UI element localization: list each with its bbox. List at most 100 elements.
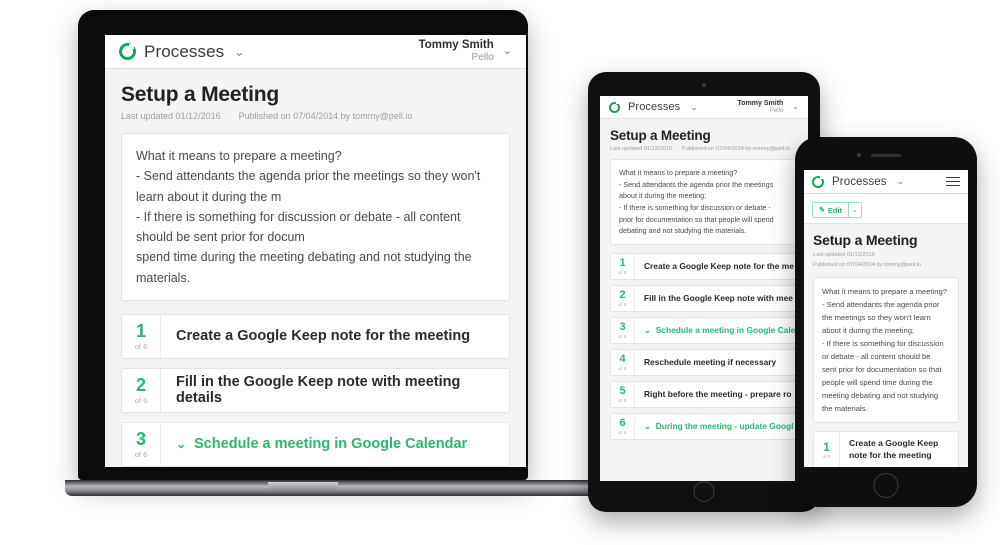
tablet-topbar: Processes ⌄ Tommy Smith Pello ⌄ [600, 96, 808, 119]
expand-chevron-down-icon[interactable]: ⌄ [176, 437, 186, 451]
task-row[interactable]: 1 of 6 Create a Google Keep note for the… [813, 431, 959, 467]
phone-screen: Processes ⌄ ✎ Edit ⌄ Setup a Meeting Las… [804, 170, 968, 467]
description-line: What it means to prepare a meeting? [822, 287, 947, 296]
pencil-icon: ✎ [819, 207, 825, 214]
task-title: Create a Google Keep note for the meetin… [849, 438, 939, 461]
user-name: Tommy Smith [418, 39, 494, 52]
user-text: Tommy Smith Pello [419, 39, 494, 64]
task-number-total: of 6 [618, 365, 627, 371]
task-row[interactable]: 4 of 6 Reschedule meeting if necessary [610, 348, 798, 376]
phone-speaker-grille [871, 154, 901, 157]
pello-ring-logo-icon [812, 175, 824, 188]
task-number-total: of 6 [134, 396, 148, 405]
laptop-screen: Processes ⌄ Tommy Smith Pello ⌄ Setup a … [105, 35, 526, 467]
published-text: Published on 07/04/2014 by tommy@pell.io [681, 146, 790, 152]
hamburger-icon[interactable] [946, 176, 960, 187]
description-line: sent prior for documentation so that [822, 365, 942, 375]
page-title: Setup a Meeting [813, 232, 918, 248]
tablet-user-menu[interactable]: Tommy Smith Pello ⌄ [738, 100, 799, 115]
task-title: Create a Google Keep note for the meetin… [176, 328, 471, 345]
phone-action-bar: ✎ Edit ⌄ [804, 194, 968, 224]
chevron-down-icon[interactable]: ⌄ [897, 177, 905, 186]
chevron-down-icon[interactable]: ⌄ [690, 102, 698, 112]
task-number-value: 1 [135, 321, 146, 341]
tablet-screen: Processes ⌄ Tommy Smith Pello ⌄ Setup a … [600, 96, 808, 481]
description-line: meeting debating and not studying [822, 391, 939, 401]
task-number: 1 of 6 [122, 314, 161, 358]
phone-device: Processes ⌄ ✎ Edit ⌄ Setup a Meeting Las… [795, 137, 977, 507]
description-line: What it means to prepare a meeting? [619, 168, 738, 177]
task-row[interactable]: 3 of 6 ⌄ Schedule a meeting in Google Ca… [610, 316, 798, 344]
last-updated-text: Last updated 01/12/2016 [813, 252, 875, 258]
user-name: Tommy Smith [737, 99, 784, 107]
tablet-device: Processes ⌄ Tommy Smith Pello ⌄ Setup a … [588, 72, 820, 512]
phone-topbar: Processes ⌄ [804, 170, 968, 194]
description-line: prior for documentation so that people w… [619, 214, 774, 224]
task-number: 2 of 6 [611, 285, 635, 311]
document-meta: Last updated 01/12/2016 Published on 07/… [813, 251, 959, 270]
tablet-brand[interactable]: Processes ⌄ [609, 101, 698, 113]
last-updated-text: Last updated 01/12/2016 [121, 111, 221, 121]
description-card: What it means to prepare a meeting? - Se… [813, 277, 959, 424]
phone-brand[interactable]: Processes ⌄ [812, 175, 905, 188]
chevron-down-icon[interactable]: ⌄ [234, 46, 244, 58]
tablet-home-button[interactable] [693, 481, 715, 502]
task-row[interactable]: 6 of 6 ⌄ During the meeting - update Goo… [610, 412, 798, 440]
description-line: spend time during the meeting debating a… [136, 250, 472, 285]
task-number: 5 of 6 [611, 381, 635, 407]
phone-task-list: 1 of 6 Create a Google Keep note for the… [813, 431, 959, 467]
task-number-value: 3 [619, 320, 626, 333]
document-meta: Last updated 01/12/2016 Published on 07/… [121, 111, 510, 121]
description-line: about it during the meeting; [822, 326, 915, 336]
tablet-content: Setup a Meeting Last updated 01/12/2016 … [600, 119, 808, 440]
task-title-wrap: ⌄ During the meeting - update Googl [635, 414, 793, 439]
task-row[interactable]: 1 of 6 Create a Google Keep note for the… [121, 313, 510, 359]
description-line: - Send attendants the agenda prior the m… [619, 179, 774, 189]
description-card: What it means to prepare a meeting? - Se… [610, 159, 798, 245]
published-text: Published on 07/04/2014 by tommy@pell.io [813, 261, 921, 268]
page-title: Setup a Meeting [121, 83, 280, 106]
description-card: What it means to prepare a meeting? - Se… [121, 133, 510, 301]
brand-name: Processes [832, 175, 887, 188]
task-title: Right before the meeting - prepare ro [644, 389, 792, 400]
edit-button[interactable]: ✎ Edit [812, 202, 849, 218]
task-title: During the meeting - update Googl [655, 421, 794, 432]
task-number-value: 6 [619, 416, 626, 429]
brand-name: Processes [628, 101, 681, 113]
expand-chevron-down-icon[interactable]: ⌄ [644, 422, 651, 431]
tablet-camera-icon [702, 83, 706, 87]
tablet-task-list: 1 of 6 Create a Google Keep note for the… [610, 252, 798, 440]
task-title-wrap: ⌄ Schedule a meeting in Google Calendar [161, 423, 467, 466]
description-line: - If there is something for discussion [822, 339, 944, 349]
task-number-total: of 6 [618, 269, 627, 275]
description-line: - Send attendants the agenda prior [822, 300, 940, 310]
user-chevron-down-icon[interactable]: ⌄ [792, 103, 799, 111]
laptop-brand[interactable]: Processes ⌄ [119, 42, 244, 62]
expand-chevron-down-icon[interactable]: ⌄ [644, 326, 651, 335]
task-number-value: 1 [619, 256, 626, 269]
task-number-value: 4 [619, 352, 626, 365]
phone-content: Setup a Meeting Last updated 01/12/2016 … [804, 224, 968, 467]
task-row[interactable]: 3 of 6 ⌄ Schedule a meeting in Google Ca… [121, 421, 510, 467]
last-updated-text: Last updated 01/12/2016 [610, 146, 672, 152]
task-number-value: 2 [135, 375, 146, 395]
description-line: the meetings so they won't learn [822, 313, 931, 323]
edit-dropdown-button[interactable]: ⌄ [848, 202, 863, 218]
task-row[interactable]: 5 of 6 Right before the meeting - prepar… [610, 380, 798, 408]
task-row[interactable]: 1 of 6 Create a Google Keep note for the… [610, 252, 798, 280]
phone-home-button[interactable] [873, 473, 899, 498]
user-chevron-down-icon[interactable]: ⌄ [503, 46, 512, 57]
task-row[interactable]: 2 of 6 Fill in the Google Keep note with… [610, 284, 798, 312]
laptop-topbar: Processes ⌄ Tommy Smith Pello ⌄ [105, 35, 526, 69]
laptop-base-notch [268, 482, 338, 490]
task-number: 1 of 6 [611, 253, 635, 279]
laptop-user-menu[interactable]: Tommy Smith Pello ⌄ [419, 39, 512, 64]
task-number-total: of 6 [618, 301, 627, 307]
task-row[interactable]: 2 of 6 Fill in the Google Keep note with… [121, 367, 510, 413]
task-number-total: of 6 [618, 397, 627, 403]
tablet-app: Processes ⌄ Tommy Smith Pello ⌄ Setup a … [600, 96, 808, 481]
task-number-total: of 6 [134, 450, 148, 459]
task-number-value: 5 [619, 384, 626, 397]
task-number-value: 1 [823, 439, 830, 454]
user-org: Pello [769, 107, 784, 114]
